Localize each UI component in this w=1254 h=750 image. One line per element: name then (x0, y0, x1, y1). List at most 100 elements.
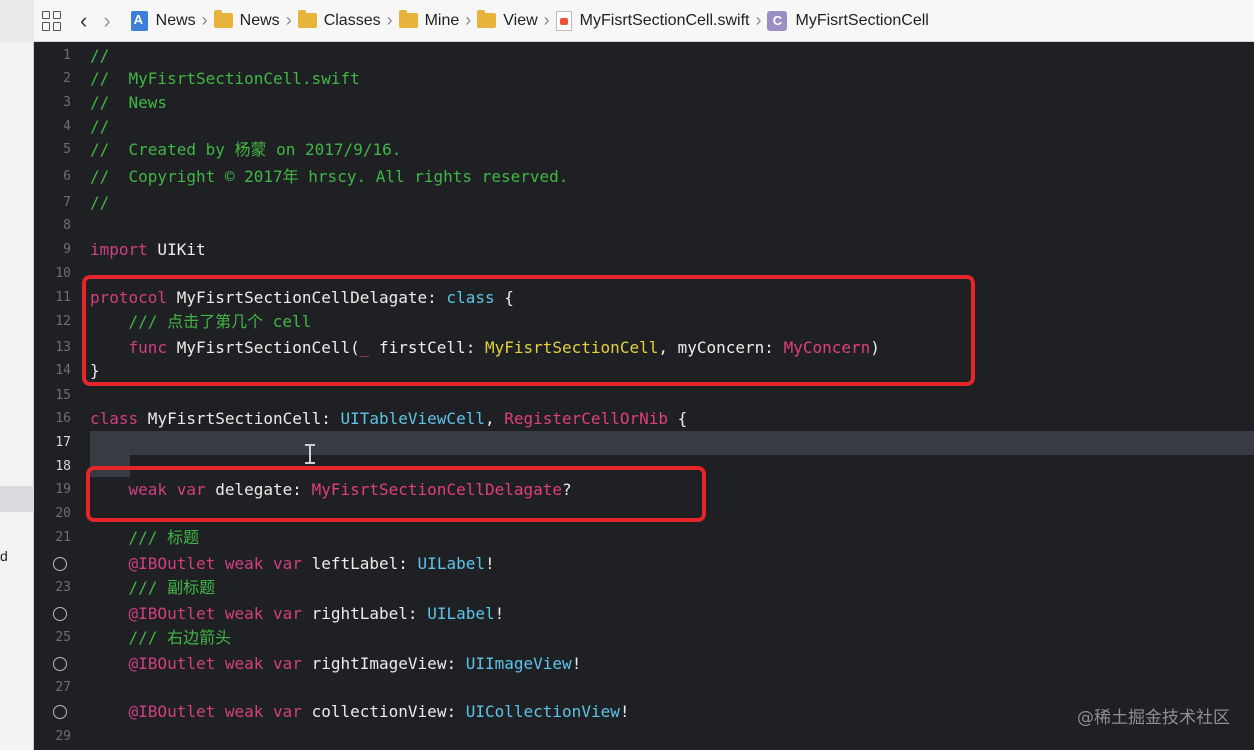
code-line[interactable]: 27 (34, 676, 1254, 700)
line-number: 19 (55, 482, 71, 497)
code-token: @IBOutlet (128, 604, 216, 623)
code-text: class MyFisrtSectionCell: UITableViewCel… (90, 407, 687, 431)
code-token: class (90, 409, 139, 428)
code-token: collectionView: (301, 702, 466, 721)
breadcrumb-separator-icon: › (755, 10, 762, 30)
code-line[interactable]: 9 import UIKit (34, 238, 1254, 262)
folder-icon (398, 10, 418, 28)
line-number: 3 (63, 95, 71, 110)
line-number: 11 (55, 290, 71, 305)
related-items-icon[interactable] (42, 10, 62, 31)
navigator-selected-row[interactable] (0, 486, 34, 512)
breadcrumb-item[interactable]: View › (477, 10, 555, 31)
breadcrumb-label: View (503, 11, 538, 29)
breadcrumb-label: MyFisrtSectionCell (795, 11, 929, 29)
line-number: 15 (55, 388, 71, 403)
outlet-connection-circle-icon[interactable] (53, 705, 67, 719)
breadcrumb-label: News (239, 11, 280, 29)
code-token: // Copyright © 2017年 hrscy. All rights r… (90, 167, 569, 186)
code-token: rightImageView: (301, 654, 466, 673)
code-line[interactable]: 5 // Created by 杨蒙 on 2017/9/16. (34, 138, 1254, 162)
code-line[interactable]: 3 // News (34, 91, 1254, 115)
code-token: rightLabel: (301, 604, 428, 623)
line-number: 7 (63, 195, 71, 210)
outlet-connection-circle-icon[interactable] (53, 607, 67, 621)
code-line[interactable]: 21 /// 标题 (34, 526, 1254, 550)
outlet-connection-circle-icon[interactable] (53, 557, 67, 571)
watermark: @稀土掘金技术社区 (1077, 708, 1230, 728)
line-number: 21 (55, 530, 71, 545)
code-line[interactable]: @IBOutlet weak var rightImageView: UIIma… (34, 652, 1254, 676)
code-text: // Copyright © 2017年 hrscy. All rights r… (90, 165, 568, 189)
code-token: RegisterCellOrNib (504, 409, 668, 428)
code-token: ! (494, 604, 505, 623)
line-number: 23 (55, 580, 71, 595)
forward-chevron-icon[interactable]: › (103, 9, 110, 32)
code-text: /// 右边箭头 (90, 626, 232, 650)
code-line[interactable]: 1 // (34, 44, 1254, 68)
line-number: 6 (63, 169, 71, 184)
code-line[interactable]: 15 (34, 384, 1254, 408)
code-line[interactable]: 4 // (34, 115, 1254, 139)
line-number: 4 (63, 119, 71, 134)
code-token: UIImageView (465, 654, 572, 673)
line-number: 10 (55, 266, 71, 281)
code-line[interactable]: 2 // MyFisrtSectionCell.swift (34, 67, 1254, 91)
annotation-box-delegate (86, 466, 706, 522)
code-token: @IBOutlet (128, 654, 216, 673)
code-line[interactable]: 23 /// 副标题 (34, 576, 1254, 600)
code-line[interactable]: 29 (34, 725, 1254, 749)
line-number: 8 (63, 218, 71, 233)
breadcrumb-item[interactable]: Mine › (398, 10, 478, 31)
outlet-connection-circle-icon[interactable] (53, 657, 67, 671)
code-line[interactable]: 7 // (34, 191, 1254, 215)
line-number: 27 (55, 680, 71, 695)
breadcrumb: News›News›Classes›Mine›View›MyFisrtSecti… (130, 10, 929, 31)
code-token: @IBOutlet (128, 554, 216, 573)
code-token: /// 右边箭头 (90, 628, 232, 647)
code-token: // Created by 杨蒙 on 2017/9/16. (90, 140, 402, 159)
code-line[interactable]: 8 (34, 214, 1254, 238)
code-token: var (273, 604, 302, 623)
code-line[interactable]: 6 // Copyright © 2017年 hrscy. All rights … (34, 165, 1254, 189)
swift-file-icon (555, 10, 572, 31)
code-token: UILabel (417, 554, 485, 573)
code-line[interactable]: 16 class MyFisrtSectionCell: UITableViewC… (34, 407, 1254, 431)
breadcrumb-item[interactable]: News › (130, 10, 214, 31)
line-number: 9 (63, 242, 71, 257)
line-number: 13 (55, 340, 71, 355)
code-line[interactable]: 17 (34, 431, 1254, 455)
breadcrumb-separator-icon: › (386, 10, 393, 30)
code-text: @IBOutlet weak var rightLabel: UILabel! (90, 602, 505, 626)
breadcrumb-separator-icon: › (543, 10, 550, 30)
code-token: weak (224, 654, 264, 673)
code-line[interactable]: @IBOutlet weak var rightLabel: UILabel! (34, 602, 1254, 626)
code-line[interactable]: @IBOutlet weak var collectionView: UICol… (34, 700, 1254, 724)
code-token: ! (571, 654, 582, 673)
navigator-text-fragment: d (0, 548, 8, 564)
code-token: // MyFisrtSectionCell.swift (90, 69, 360, 88)
source-editor[interactable]: 1 // 2 // MyFisrtSectionCell.swift 3 // News 4… (34, 42, 1254, 750)
code-text: /// 副标题 (90, 576, 216, 600)
code-text: @IBOutlet weak var collectionView: UICol… (90, 700, 630, 724)
breadcrumb-item[interactable]: MyFisrtSectionCell.swift › (555, 10, 768, 31)
code-line[interactable]: @IBOutlet weak var leftLabel: UILabel! (34, 552, 1254, 576)
code-text: // MyFisrtSectionCell.swift (90, 67, 360, 91)
code-line[interactable]: 25 /// 右边箭头 (34, 626, 1254, 650)
line-number: 25 (55, 630, 71, 645)
breadcrumb-item[interactable]: Classes › (297, 10, 399, 31)
code-text: /// 标题 (90, 526, 200, 550)
code-token: @IBOutlet (128, 702, 216, 721)
breadcrumb-separator-icon: › (285, 10, 292, 30)
code-token: weak (224, 604, 264, 623)
breadcrumb-item[interactable]: C MyFisrtSectionCell (767, 10, 929, 31)
code-token: // (90, 46, 110, 65)
breadcrumb-item[interactable]: News › (213, 10, 298, 31)
back-chevron-icon[interactable]: ‹ (80, 9, 87, 32)
